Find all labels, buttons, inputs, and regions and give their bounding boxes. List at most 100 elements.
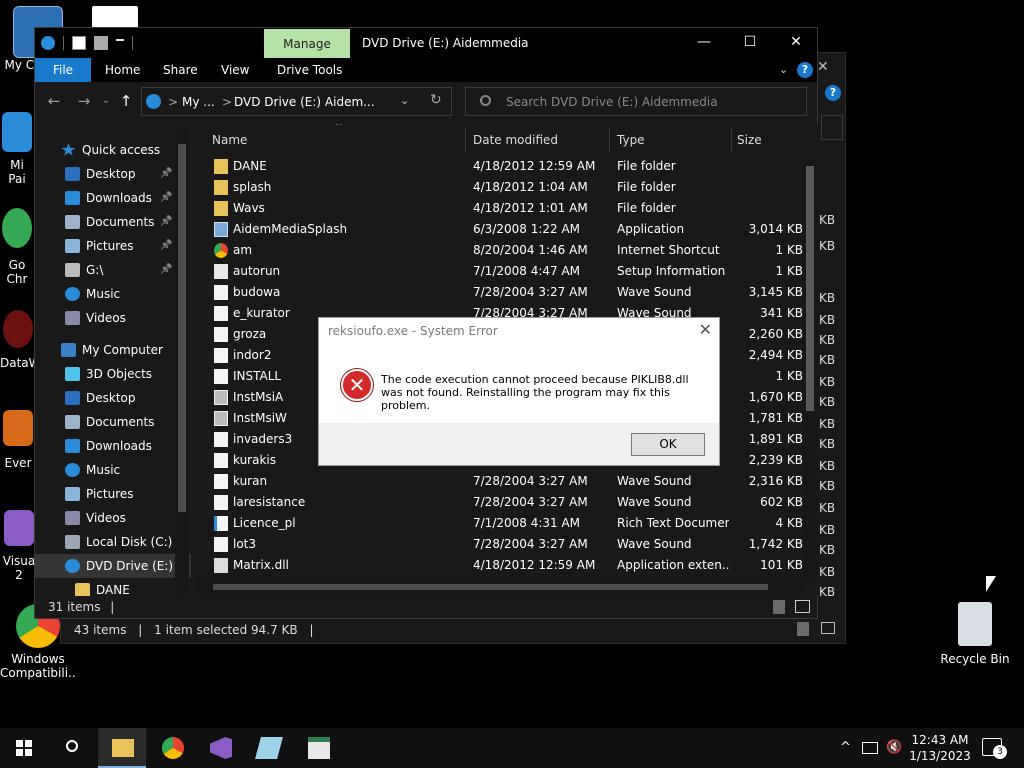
ribbon-expand-icon[interactable]: ⌄ [779,63,788,76]
back-window-search-box[interactable] [821,115,843,140]
up-arrow-icon[interactable]: ↑ [115,90,137,112]
table-row[interactable]: lot3 7/28/2004 3:27 AM Wave Sound 1,742 KB [195,534,805,555]
dialog-close-button[interactable]: ✕ [699,320,712,339]
column-header-name[interactable]: Name [212,128,247,152]
sidebar-item[interactable]: My Computer [35,338,191,362]
sidebar-item[interactable]: G:\ 📌 [35,258,191,282]
desktop-icon-mi[interactable] [0,112,34,156]
tab-manage[interactable]: Manage [264,29,350,58]
table-row[interactable]: AidemMediaSplash 6/3/2008 1:22 AM Applicat… [195,219,805,240]
horizontal-scroll-thumb[interactable] [213,584,768,590]
title-bar[interactable]: Manage DVD Drive (E:) Aidemmedia — ☐ ✕ [35,28,817,58]
desktop-icon-ever[interactable] [0,410,36,450]
view-details-icon[interactable] [773,600,785,614]
table-row[interactable]: am 8/20/2004 1:46 AM Internet Shortcut 1 KB [195,240,805,261]
address-bar[interactable]: > My ... > DVD Drive (E:) Aidem... ⌄ ↻ [141,87,452,116]
recent-locations-icon[interactable]: ⌄ [95,90,117,112]
notification-center-button[interactable]: 3 [982,738,1007,759]
sidebar-item[interactable]: Videos [35,506,191,530]
address-dropdown-icon[interactable]: ⌄ [400,94,409,107]
sidebar-item[interactable]: Music [35,282,191,306]
minimize-button[interactable]: — [681,28,727,58]
column-separator[interactable] [465,128,466,152]
taskbar-visual-studio[interactable] [196,728,244,768]
start-button[interactable] [0,728,48,768]
sidebar-item[interactable]: Desktop 📌 [35,162,191,186]
sidebar-item[interactable]: Music [35,458,191,482]
table-row[interactable]: splash 4/18/2012 1:04 AM File folder [195,177,805,198]
file-list-scrollbar[interactable] [803,160,817,580]
back-window-help-icon[interactable]: ? [825,85,841,101]
back-window-close-icon[interactable]: ✕ [817,59,829,75]
table-row[interactable]: budowa 7/28/2004 3:27 AM Wave Sound 3,145 K… [195,282,805,303]
file-list-scroll-thumb[interactable] [806,166,814,411]
desktop-icon-go[interactable] [0,208,34,252]
help-icon[interactable]: ? [797,62,813,78]
desktop-icon-dataw[interactable] [0,310,36,352]
forward-arrow-icon[interactable]: → [73,90,95,112]
refresh-icon[interactable]: ↻ [430,92,442,108]
sidebar-item[interactable]: Downloads 📌 [35,186,191,210]
sidebar-item[interactable]: Desktop [35,386,191,410]
table-row[interactable]: Licence_pl 7/1/2008 4:31 AM Rich Text Docu… [195,513,805,534]
taskbar-app-window[interactable] [294,728,342,768]
sidebar-item[interactable]: Documents [35,410,191,434]
sidebar-item[interactable]: Local Disk (C:) [35,530,191,554]
system-error-dialog[interactable]: reksioufo.exe - System Error ✕ ✕ The cod… [318,317,720,466]
table-row[interactable]: Wavs 4/18/2012 1:01 AM File folder [195,198,805,219]
table-row[interactable]: laresistance 7/28/2004 3:27 AM Wave Sound 6… [195,492,805,513]
taskbar-clock[interactable]: 12:43 AM 1/13/2023 [908,732,972,764]
sidebar-item[interactable]: 3D Objects [35,362,191,386]
ok-button[interactable]: OK [631,433,705,456]
table-row[interactable]: kuran 7/28/2004 3:27 AM Wave Sound 2,316 KB [195,471,805,492]
maximize-button[interactable]: ☐ [727,28,773,58]
tab-view[interactable]: View [207,58,263,82]
column-header-date[interactable]: Date modified [473,128,558,152]
column-separator[interactable] [609,128,610,152]
column-separator[interactable] [731,128,732,152]
breadcrumb-dvd-drive[interactable]: DVD Drive (E:) Aidem... [234,95,375,109]
nav-pane-scroll-thumb[interactable] [178,144,186,512]
table-row[interactable]: Matrix.dll 4/18/2012 12:59 AM Application … [195,555,805,576]
table-row[interactable]: DANE 4/18/2012 12:59 AM File folder [195,156,805,177]
sidebar-item[interactable]: Downloads [35,434,191,458]
explorer-app-icon[interactable] [41,36,55,50]
qat-dropdown-icon[interactable] [116,39,124,47]
volume-muted-icon[interactable]: 🔇 [886,740,902,755]
table-row[interactable]: autorun 7/1/2008 4:47 AM Setup Information… [195,261,805,282]
sidebar-item[interactable]: Pictures [35,482,191,506]
qat-separator-2 [132,36,133,50]
back-view-details-icon[interactable] [797,622,809,636]
sidebar-item[interactable]: DANE [35,578,191,596]
desktop-icon-visua[interactable] [0,510,38,550]
sidebar-item[interactable]: DVD Drive (E:) Ai [35,554,191,578]
back-view-tiles-icon[interactable] [821,622,835,634]
sidebar-item[interactable]: Documents 📌 [35,210,191,234]
nav-pane-scrollbar[interactable] [175,128,189,594]
tab-share[interactable]: Share [149,58,212,82]
desktop-icon-recycle-bin[interactable] [937,602,1013,650]
taskbar-notepad[interactable] [244,728,292,768]
show-hidden-icons[interactable]: ^ [840,740,851,755]
sidebar-item[interactable]: Pictures 📌 [35,234,191,258]
column-header-size[interactable]: Size [737,128,762,152]
column-header-type[interactable]: Type [617,128,645,152]
tab-drive-tools[interactable]: Drive Tools [263,58,356,82]
new-folder-icon[interactable] [94,36,108,50]
tab-file[interactable]: File [35,58,91,82]
view-tiles-icon[interactable] [795,600,810,613]
navigation-pane[interactable]: Quick access Desktop 📌 Downloads 📌 Documents 📌… [35,124,191,596]
breadcrumb-my-computer[interactable]: My ... [182,95,215,109]
network-icon[interactable] [862,742,878,754]
taskbar-chrome[interactable] [148,728,196,768]
properties-icon[interactable] [72,36,86,50]
search-input[interactable]: Search DVD Drive (E:) Aidemmedia [465,87,807,116]
close-button[interactable]: ✕ [773,28,819,58]
file-list-horizontal-scrollbar[interactable] [195,580,803,594]
tab-home[interactable]: Home [91,58,154,82]
sidebar-item[interactable]: Quick access [35,138,191,162]
back-arrow-icon[interactable]: ← [43,90,65,112]
sidebar-item[interactable]: Videos [35,306,191,330]
taskbar-file-explorer[interactable] [98,728,146,768]
search-button[interactable] [48,728,96,768]
